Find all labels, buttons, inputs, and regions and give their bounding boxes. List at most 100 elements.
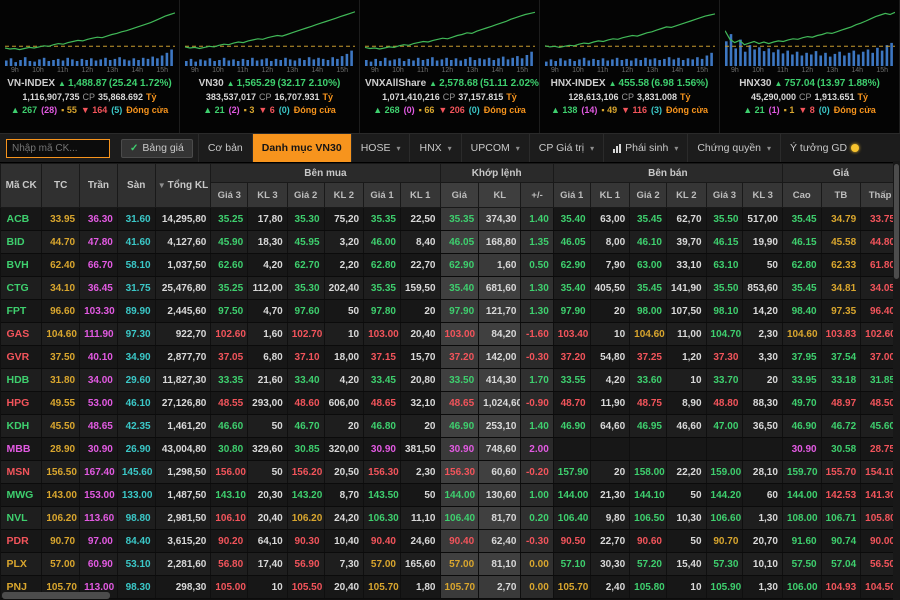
- col-header-Tổng KL[interactable]: ▼Tổng KL: [155, 164, 211, 208]
- index-panel-vn30[interactable]: 9h10h11h12h13h14h15hVN30▲1,565.29(32.17 …: [180, 0, 360, 133]
- sub-header[interactable]: Giá 3: [706, 183, 743, 208]
- table-row-HDB[interactable]: HDB31.8034.0029.6011,827,3033.3521,6033.…: [1, 369, 900, 392]
- table-row-PNJ[interactable]: PNJ105.70113.0098.30298,30105.0010105.50…: [1, 576, 900, 599]
- nav-item-hose[interactable]: HOSE▾: [351, 134, 410, 162]
- ticker-BID[interactable]: BID: [1, 231, 42, 254]
- table-row-MWG[interactable]: MWG143.00153.00133.001,487,50143.1020,30…: [1, 484, 900, 507]
- ticker-GAS[interactable]: GAS: [1, 323, 42, 346]
- table-row-ACB[interactable]: ACB33.9536.3031.6014,295,8035.2517,8035.…: [1, 208, 900, 231]
- table-row-BID[interactable]: BID44.7047.8041.604,127,6045.9018,3045.9…: [1, 231, 900, 254]
- ticker-KDH[interactable]: KDH: [1, 415, 42, 438]
- sub-header[interactable]: KL 2: [324, 183, 364, 208]
- cell: 293,00: [248, 392, 288, 415]
- vertical-scrollbar-thumb[interactable]: [894, 164, 899, 279]
- sub-header[interactable]: TB: [821, 183, 861, 208]
- table-row-GVR[interactable]: GVR37.5040.1034.902,877,7037.056,8037.10…: [1, 346, 900, 369]
- ticker-BVH[interactable]: BVH: [1, 254, 42, 277]
- search-input[interactable]: [6, 139, 110, 158]
- table-row-PDR[interactable]: PDR90.7097.0084.403,615,2090.2064,1090.3…: [1, 530, 900, 553]
- index-panel-hnx30[interactable]: 9h10h11h12h13h14h15hHNX30▲757.04(13.97 1…: [720, 0, 900, 133]
- table-row-GAS[interactable]: GAS104.60111.9097.30922,70102.601,60102.…: [1, 323, 900, 346]
- sub-header[interactable]: Giá 2: [630, 183, 667, 208]
- table-row-MSN[interactable]: MSN156.50167.40145.601,298,50156.0050156…: [1, 461, 900, 484]
- volume-value: 1,071,410,216: [382, 92, 440, 102]
- cell: 45.50: [42, 415, 80, 438]
- nav-item-cp-giá-trị[interactable]: CP Giá trị▾: [529, 134, 603, 162]
- nav-item-cơ-bản[interactable]: Cơ bản: [198, 134, 252, 162]
- nav-item-upcom[interactable]: UPCOM▾: [461, 134, 529, 162]
- cell: 8,00: [590, 231, 630, 254]
- cell: 39,70: [667, 231, 707, 254]
- sub-header[interactable]: Giá 2: [287, 183, 324, 208]
- cell: 103.30: [80, 300, 118, 323]
- session-status: Đóng cửa: [834, 105, 876, 115]
- cell: 10,40: [324, 530, 364, 553]
- ticker-PLX[interactable]: PLX: [1, 553, 42, 576]
- ticker-GVR[interactable]: GVR: [1, 346, 42, 369]
- time-label: 9h: [551, 66, 559, 75]
- ticker-HPG[interactable]: HPG: [1, 392, 42, 415]
- cell: 20: [590, 461, 630, 484]
- ticker-ACB[interactable]: ACB: [1, 208, 42, 231]
- cell: 30,30: [590, 553, 630, 576]
- cell: 64,60: [590, 415, 630, 438]
- cell: 143.50: [364, 484, 401, 507]
- nav-item-hnx[interactable]: HNX▾: [409, 134, 460, 162]
- index-change: (32.17 2.10%): [278, 78, 341, 89]
- nav-item-ý-tưởng-gd[interactable]: Ý tưởng GD: [780, 134, 868, 162]
- table-row-KDH[interactable]: KDH45.5048.6542.351,461,2046.605046.7020…: [1, 415, 900, 438]
- sub-header[interactable]: KL 1: [590, 183, 630, 208]
- nav-item-danh-mục-vn30[interactable]: Danh mục VN30: [252, 134, 351, 162]
- sub-header[interactable]: KL 3: [743, 183, 783, 208]
- table-row-HPG[interactable]: HPG49.5553.0046.1027,126,8048.55293,0048…: [1, 392, 900, 415]
- nav-item-phái-sinh[interactable]: Phái sinh▾: [603, 134, 687, 162]
- sub-header[interactable]: KL: [479, 183, 521, 208]
- ticker-FPT[interactable]: FPT: [1, 300, 42, 323]
- table-row-PLX[interactable]: PLX57.0060.9053.102,281,6056.8017,4056.9…: [1, 553, 900, 576]
- index-panel-vn-index[interactable]: 9h10h11h12h13h14h15hVN-INDEX▲1,488.87(25…: [0, 0, 180, 133]
- table-row-FPT[interactable]: FPT96.60103.3089.902,445,6097.504,7097.6…: [1, 300, 900, 323]
- cell: 53.00: [80, 392, 118, 415]
- col-header-Mã CK[interactable]: Mã CK: [1, 164, 42, 208]
- cell: 62.70: [287, 254, 324, 277]
- ticker-MBB[interactable]: MBB: [1, 438, 42, 461]
- ticker-MWG[interactable]: MWG: [1, 484, 42, 507]
- time-label: 11h: [417, 66, 428, 75]
- cell: 4,127,60: [155, 231, 211, 254]
- sub-header[interactable]: KL 3: [248, 183, 288, 208]
- nav-item-bảng-giá[interactable]: ✓Bảng giá: [121, 139, 193, 158]
- index-panel-hnx-index[interactable]: 9h10h11h12h13h14h15hHNX-INDEX▲455.58(6.9…: [540, 0, 720, 133]
- table-row-MBB[interactable]: MBB28.9030.9026.9043,004,8030.80329,6030…: [1, 438, 900, 461]
- index-panel-vnxallshare[interactable]: 9h10h11h12h13h14h15hVNXAllShare▲2,578.68…: [360, 0, 540, 133]
- cell: 37.30: [706, 346, 743, 369]
- ticker-NVL[interactable]: NVL: [1, 507, 42, 530]
- col-header-Trần[interactable]: Trần: [80, 164, 118, 208]
- ticker-PDR[interactable]: PDR: [1, 530, 42, 553]
- sub-header[interactable]: Giá: [440, 183, 479, 208]
- vertical-scrollbar[interactable]: [893, 161, 900, 600]
- cell: 33.40: [287, 369, 324, 392]
- sub-header[interactable]: +/-: [521, 183, 553, 208]
- cell: 62.80: [364, 254, 401, 277]
- sub-header[interactable]: Giá 1: [364, 183, 401, 208]
- table-row-NVL[interactable]: NVL106.20113.6098.802,981,50106.1020,401…: [1, 507, 900, 530]
- horizontal-scrollbar-thumb[interactable]: [2, 592, 110, 599]
- col-header-Sàn[interactable]: Sàn: [117, 164, 155, 208]
- volume-unit: CP: [82, 92, 95, 102]
- ticker-MSN[interactable]: MSN: [1, 461, 42, 484]
- sub-header[interactable]: Giá 1: [553, 183, 590, 208]
- cell: 10: [667, 576, 707, 599]
- sub-header[interactable]: KL 2: [667, 183, 707, 208]
- ticker-CTG[interactable]: CTG: [1, 277, 42, 300]
- nav-item-chứng-quyền[interactable]: Chứng quyền▾: [687, 134, 780, 162]
- sub-header[interactable]: Cao: [782, 183, 821, 208]
- table-row-BVH[interactable]: BVH62.4066.7058.101,037,5062.604,2062.70…: [1, 254, 900, 277]
- cell: 47.00: [706, 415, 743, 438]
- cell: 33,10: [667, 254, 707, 277]
- sub-header[interactable]: Giá 3: [211, 183, 248, 208]
- sub-header[interactable]: KL 1: [400, 183, 440, 208]
- cell: 96.60: [42, 300, 80, 323]
- col-header-TC[interactable]: TC: [42, 164, 80, 208]
- table-row-CTG[interactable]: CTG34.1036.4531.7525,476,8035.25112,0035…: [1, 277, 900, 300]
- ticker-HDB[interactable]: HDB: [1, 369, 42, 392]
